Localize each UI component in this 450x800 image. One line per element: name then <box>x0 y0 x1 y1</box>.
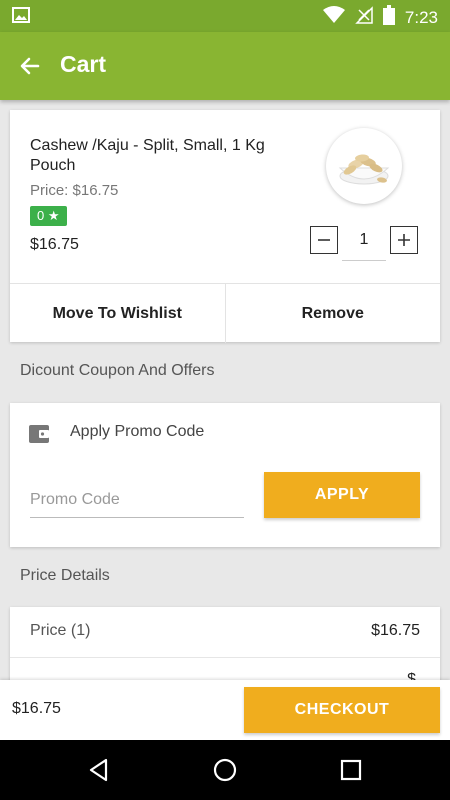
promo-title: Apply Promo Code <box>70 423 205 440</box>
image-icon <box>12 7 30 28</box>
battery-icon <box>382 5 395 30</box>
signal-icon <box>355 6 373 29</box>
page-title: Cart <box>60 51 107 77</box>
back-arrow-icon[interactable] <box>18 54 42 78</box>
item-actions: Move To Wishlist Remove <box>10 283 440 343</box>
price-row: Price (1) $16.75 <box>10 607 440 658</box>
quantity-increase-button[interactable] <box>390 226 418 254</box>
wallet-icon <box>28 423 50 445</box>
status-time: 7:23 <box>404 7 438 27</box>
cart-total: $16.75 <box>12 700 61 717</box>
price-row-partial: $ <box>10 657 440 680</box>
price-row-value: $16.75 <box>371 622 420 639</box>
checkout-button[interactable]: CHECKOUT <box>244 687 440 733</box>
back-triangle-icon[interactable] <box>86 757 112 783</box>
cart-content[interactable]: Cashew /Kaju - Split, Small, 1 Kg Pouch … <box>0 100 450 680</box>
recents-square-icon[interactable] <box>338 757 364 783</box>
price-row-label: Price (1) <box>30 622 91 639</box>
promo-card: Apply Promo Code APPLY <box>10 403 440 547</box>
product-name[interactable]: Cashew /Kaju - Split, Small, 1 Kg Pouch <box>30 136 300 176</box>
home-circle-icon[interactable] <box>212 757 238 783</box>
apply-button[interactable]: APPLY <box>264 472 420 518</box>
price-row-partial-value: $ <box>407 671 416 680</box>
quantity-decrease-button[interactable] <box>310 226 338 254</box>
price-details-card: Price (1) $16.75 $ <box>10 607 440 680</box>
quantity-value[interactable]: 1 <box>342 226 386 261</box>
cart-item-card: Cashew /Kaju - Split, Small, 1 Kg Pouch … <box>10 110 440 343</box>
promo-code-input[interactable] <box>30 483 244 518</box>
checkout-bar: $16.75 CHECKOUT <box>0 680 450 740</box>
rating-badge: 0 ★ <box>30 206 67 226</box>
minus-icon <box>318 239 330 241</box>
system-nav-bar <box>0 740 450 800</box>
status-bar: 7:23 <box>0 0 450 32</box>
offers-heading: Dicount Coupon And Offers <box>20 362 215 379</box>
wifi-icon <box>322 6 345 29</box>
remove-button[interactable]: Remove <box>226 284 441 343</box>
app-bar: Cart <box>0 32 450 100</box>
price-details-heading: Price Details <box>20 567 110 584</box>
product-image[interactable] <box>326 128 402 204</box>
item-total: $16.75 <box>30 236 79 253</box>
move-to-wishlist-button[interactable]: Move To Wishlist <box>10 284 226 343</box>
product-price-label: Price: $16.75 <box>30 182 119 199</box>
plus-icon <box>398 234 410 246</box>
